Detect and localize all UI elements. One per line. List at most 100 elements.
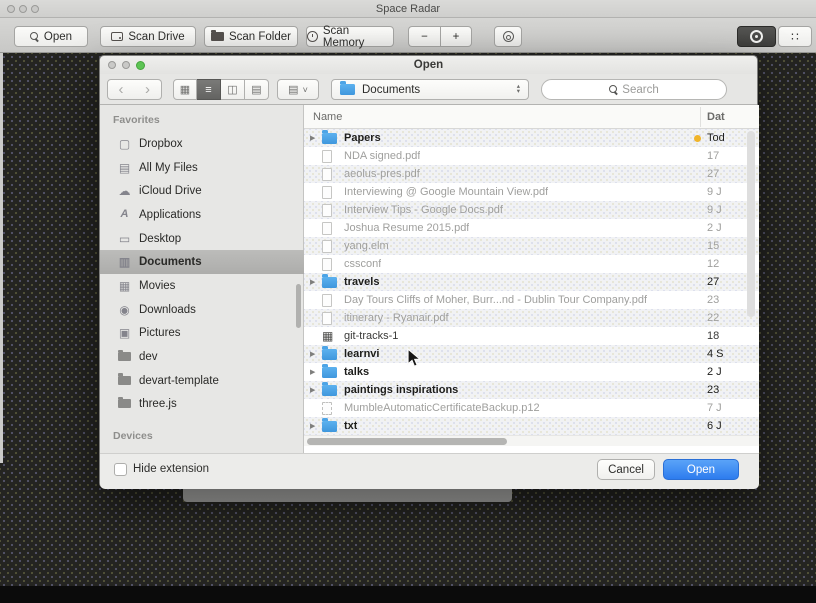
disclosure-triangle-icon[interactable]: ▶ <box>310 134 322 142</box>
file-rows: ▶ Papers Tod ▶ NDA signed.pdf 17 ▶ aeolu… <box>304 129 759 435</box>
horizontal-scrollbar-track[interactable] <box>304 435 759 446</box>
sidebar-item-downloads[interactable]: ◉ Downloads <box>100 298 304 322</box>
sidebar-item-label: dev <box>139 351 158 363</box>
file-date: 7 J <box>707 402 743 414</box>
folder-icon <box>322 349 344 360</box>
file-row-yang-elm[interactable]: ▶ yang.elm 15 <box>304 237 759 255</box>
column-view-icon: ◫ <box>227 83 237 96</box>
sidebar-item-applications[interactable]: A Applications <box>100 203 304 227</box>
back-button[interactable]: ‹ <box>107 79 135 100</box>
file-row-travels[interactable]: ▶ travels 27 <box>304 273 759 291</box>
hide-extension-checkbox[interactable] <box>114 463 127 476</box>
sidebar-item-label: Documents <box>139 256 202 268</box>
list-view-button[interactable]: ≡ <box>197 79 221 100</box>
file-icon <box>322 312 344 325</box>
devices-section-label: Devices <box>113 430 153 442</box>
file-row-joshua-resume-2015-pdf[interactable]: ▶ Joshua Resume 2015.pdf 2 J <box>304 219 759 237</box>
sidebar-item-three-js[interactable]: three.js <box>100 393 304 417</box>
file-date: 23 <box>707 294 743 306</box>
cancel-button[interactable]: Cancel <box>597 459 655 480</box>
file-name: yang.elm <box>344 240 389 252</box>
zoom-out-button[interactable]: − <box>408 26 440 47</box>
column-header-date[interactable]: Dat <box>707 111 725 123</box>
sidebar-item-desktop[interactable]: ▭ Desktop <box>100 227 304 251</box>
pictures-icon: ▣ <box>117 327 132 339</box>
file-date: 2 J <box>707 222 743 234</box>
icon-view-button[interactable]: ▦ <box>173 79 197 100</box>
search-placeholder: Search <box>622 84 658 96</box>
file-row-txt[interactable]: ▶ txt 6 J <box>304 417 759 435</box>
disclosure-triangle-icon[interactable]: ▶ <box>310 422 322 430</box>
forward-button[interactable]: › <box>134 79 162 100</box>
grid-icon: ▦ <box>322 330 344 342</box>
cancel-button-label: Cancel <box>608 464 644 476</box>
sidebar-item-movies[interactable]: ▦ Movies <box>100 274 304 298</box>
file-row-nda-signed-pdf[interactable]: ▶ NDA signed.pdf 17 <box>304 147 759 165</box>
open-button-label: Open <box>44 31 72 43</box>
file-row-interviewing-google-mountain-view-pdf[interactable]: ▶ Interviewing @ Google Mountain View.pd… <box>304 183 759 201</box>
screen-bottom-bar <box>0 586 816 603</box>
sidebar-scrollbar[interactable] <box>296 284 301 328</box>
sidebar-item-label: Downloads <box>139 304 196 316</box>
file-row-papers[interactable]: ▶ Papers Tod <box>304 129 759 147</box>
arrange-menu-button[interactable]: ▤ ˅ <box>277 79 319 100</box>
file-row-interview-tips-google-docs-pdf[interactable]: ▶ Interview Tips - Google Docs.pdf 9 J <box>304 201 759 219</box>
folder-icon <box>211 32 224 41</box>
file-date: 4 S <box>707 348 743 360</box>
file-name: travels <box>344 276 379 288</box>
list-view-icon: ≡ <box>205 84 211 96</box>
dialog-open-button[interactable]: Open <box>663 459 739 480</box>
file-row-talks[interactable]: ▶ talks 2 J <box>304 363 759 381</box>
sidebar-item-dropbox[interactable]: ▢ Dropbox <box>100 132 304 156</box>
favorites-section-label: Favorites <box>113 114 160 126</box>
coverflow-view-icon: ▤ <box>251 83 261 96</box>
locate-button[interactable] <box>494 26 522 47</box>
dropbox-icon: ▢ <box>117 138 132 150</box>
open-button[interactable]: Open <box>14 26 88 47</box>
column-view-button[interactable]: ◫ <box>221 79 245 100</box>
file-name: cssconf <box>344 258 381 270</box>
file-date: 9 J <box>707 186 743 198</box>
file-row-cssconf[interactable]: ▶ cssconf 12 <box>304 255 759 273</box>
scan-drive-button[interactable]: Scan Drive <box>100 26 196 47</box>
back-chevron-icon: ‹ <box>119 81 124 98</box>
sidebar-item-label: devart-template <box>139 375 219 387</box>
disclosure-triangle-icon[interactable]: ▶ <box>310 278 322 286</box>
sidebar-item-pictures[interactable]: ▣ Pictures <box>100 322 304 346</box>
scan-folder-button[interactable]: Scan Folder <box>204 26 298 47</box>
sunburst-view-button[interactable] <box>737 26 776 47</box>
desktop-icon: ▭ <box>117 233 132 245</box>
expand-view-button[interactable]: ∷ <box>778 26 812 47</box>
disclosure-triangle-icon[interactable]: ▶ <box>310 368 322 376</box>
background-window-bottom-bar <box>183 488 512 502</box>
file-icon <box>322 186 344 199</box>
search-input[interactable]: Search <box>541 79 727 100</box>
location-popup[interactable]: Documents ▴▾ <box>331 79 529 100</box>
file-row-mumbleautomaticcertificatebackup-p12[interactable]: ▶ MumbleAutomaticCertificateBackup.p12 7… <box>304 399 759 417</box>
sidebar-item-icloud-drive[interactable]: ☁ iCloud Drive <box>100 179 304 203</box>
disclosure-triangle-icon[interactable]: ▶ <box>310 386 322 394</box>
folder-icon <box>322 133 344 144</box>
file-row-git-tracks-1[interactable]: ▶ ▦ git-tracks-1 18 <box>304 327 759 345</box>
coverflow-view-button[interactable]: ▤ <box>245 79 269 100</box>
column-separator <box>700 107 701 127</box>
sidebar-item-devart-template[interactable]: devart-template <box>100 369 304 393</box>
movies-icon: ▦ <box>117 280 132 292</box>
file-row-paintings-inspirations[interactable]: ▶ paintings inspirations 23 <box>304 381 759 399</box>
column-header-name[interactable]: Name <box>313 111 342 123</box>
horizontal-scrollbar-thumb[interactable] <box>307 438 507 445</box>
file-name: MumbleAutomaticCertificateBackup.p12 <box>344 402 540 414</box>
zoom-in-button[interactable]: + <box>440 26 472 47</box>
sidebar-item-all-my-files[interactable]: ▤ All My Files <box>100 156 304 180</box>
dialog-titlebar: Open <box>100 56 757 74</box>
file-row-itinerary-ryanair-pdf[interactable]: ▶ itinerary - Ryanair.pdf 22 <box>304 309 759 327</box>
cert-icon <box>322 402 344 415</box>
file-row-learnvi[interactable]: ▶ learnvi 4 S <box>304 345 759 363</box>
disclosure-triangle-icon[interactable]: ▶ <box>310 350 322 358</box>
scan-memory-button[interactable]: Scan Memory <box>306 26 394 47</box>
sidebar-item-dev[interactable]: dev <box>100 345 304 369</box>
file-row-aeolus-pres-pdf[interactable]: ▶ aeolus-pres.pdf 27 <box>304 165 759 183</box>
vertical-scrollbar-thumb[interactable] <box>747 131 755 317</box>
file-row-day-tours-cliffs-of-moher-burr-nd-dublin[interactable]: ▶ Day Tours Cliffs of Moher, Burr...nd -… <box>304 291 759 309</box>
sidebar-item-documents[interactable]: ▥ Documents <box>100 250 304 274</box>
